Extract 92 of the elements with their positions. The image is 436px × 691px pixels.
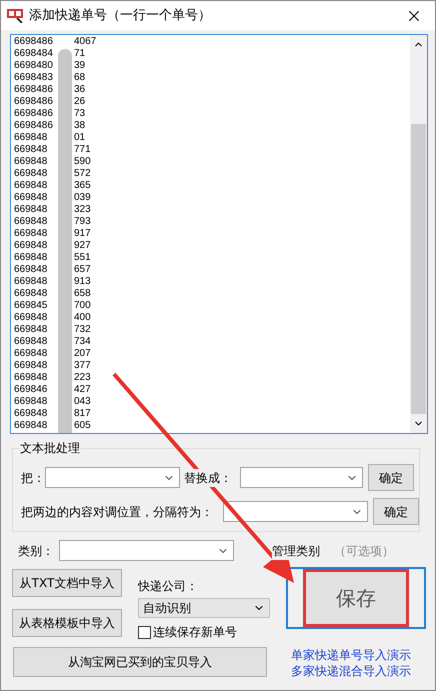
number-end: 400 [74, 312, 91, 324]
number-end: 4067 [74, 36, 96, 48]
number-start: 669848 [14, 396, 48, 408]
number-start: 669848 [14, 180, 48, 192]
number-start: 669848 [14, 408, 48, 420]
number-end: 01 [74, 132, 86, 144]
number-end: 043 [74, 396, 91, 408]
number-start: 669848 [14, 228, 48, 240]
number-end: 68 [74, 72, 86, 84]
courier-dropdown[interactable]: 自动识别 [138, 598, 270, 618]
number-end: 71 [74, 48, 86, 60]
save-button[interactable]: 保存 [303, 569, 409, 627]
swap-label: 把两边的内容对调位置，分隔符为： [21, 504, 214, 520]
window-title: 添加快递单号（一行一个单号） [29, 6, 211, 25]
number-start: 669848 [14, 276, 48, 288]
number-start: 669848 [14, 312, 48, 324]
number-end: 38 [74, 120, 86, 132]
number-start: 6698486 [14, 96, 54, 108]
app-icon [7, 8, 23, 22]
category-label: 类别： [18, 542, 55, 560]
number-start: 6698486 [14, 36, 54, 48]
number-start: 669846 [14, 384, 48, 396]
number-start: 669848 [14, 192, 48, 204]
number-end: 427 [74, 384, 91, 396]
number-start: 669848 [14, 144, 48, 156]
number-end: 700 [74, 300, 91, 312]
number-start: 6698484 [14, 48, 54, 60]
number-start: 669848 [14, 288, 48, 300]
number-start: 669848 [14, 372, 48, 384]
number-start: 669848 [14, 216, 48, 228]
number-end: 039 [74, 192, 91, 204]
number-start: 6698486 [14, 84, 54, 96]
number-start: 669848 [14, 360, 48, 372]
demo-link[interactable]: 多家快递混合导入演示 [291, 664, 411, 679]
number-end: 223 [74, 372, 91, 384]
button[interactable]: 确定 [373, 498, 419, 525]
number-end: 658 [74, 288, 91, 300]
number-end: 913 [74, 276, 91, 288]
number-end: 36 [74, 84, 86, 96]
number-end: 365 [74, 180, 91, 192]
dropdown[interactable] [45, 467, 180, 488]
number-end: 917 [74, 228, 91, 240]
number-start: 669848 [14, 204, 48, 216]
checkbox-label: 连续保存新单号 [153, 624, 237, 641]
button[interactable]: 从TXT文档中导入 [12, 569, 122, 597]
number-start: 6698486 [14, 108, 54, 120]
number-start: 669848 [14, 420, 48, 432]
number-start: 669845 [14, 300, 48, 312]
checkbox[interactable] [138, 626, 151, 638]
number-start: 669848 [14, 348, 48, 360]
number-end: 732 [74, 324, 91, 336]
number-start: 669848 [14, 240, 48, 252]
number-end: 771 [74, 144, 91, 156]
number-end: 927 [74, 240, 91, 252]
number-start: 6698480 [14, 60, 54, 72]
number-start: 669848 [14, 168, 48, 180]
number-start: 669848 [14, 324, 48, 336]
number-end: 572 [74, 168, 91, 180]
number-end: 590 [74, 156, 91, 168]
number-end: 605 [74, 420, 91, 432]
dropdown[interactable] [240, 467, 363, 488]
number-start: 669848 [14, 264, 48, 276]
button[interactable]: 从淘宝网已买到的宝贝导入 [13, 647, 267, 677]
number-end: 323 [74, 204, 91, 216]
number-end: 793 [74, 216, 91, 228]
number-end: 39 [74, 60, 86, 72]
number-end: 26 [74, 96, 86, 108]
text-area[interactable] [10, 34, 428, 434]
number-end: 377 [74, 360, 91, 372]
number-start: 669848 [14, 252, 48, 264]
number-end: 207 [74, 348, 91, 360]
scrollbar[interactable] [410, 35, 427, 433]
number-end: 73 [74, 108, 86, 120]
number-start: 669848 [14, 156, 48, 168]
courier-label: 快递公司： [138, 578, 199, 595]
number-start: 6698483 [14, 72, 54, 84]
number-end: 817 [74, 408, 91, 420]
replace-label: 把： [21, 470, 45, 486]
button[interactable]: 确定 [368, 464, 414, 491]
scrollbar-thumb[interactable] [411, 124, 426, 414]
number-start: 669848 [14, 336, 48, 348]
number-end: 734 [74, 336, 91, 348]
group-title: 文本批处理 [19, 439, 81, 457]
demo-link[interactable]: 单家快递单号导入演示 [291, 648, 411, 663]
dropdown[interactable] [59, 540, 234, 561]
dropdown[interactable] [223, 501, 368, 522]
number-start: 669848 [14, 132, 48, 144]
number-end: 551 [74, 252, 91, 264]
number-start: 6698486 [14, 120, 54, 132]
optional-hint: （可选项） [334, 542, 394, 560]
number-end: 657 [74, 264, 91, 276]
button[interactable]: 从表格模板中导入 [12, 609, 122, 637]
